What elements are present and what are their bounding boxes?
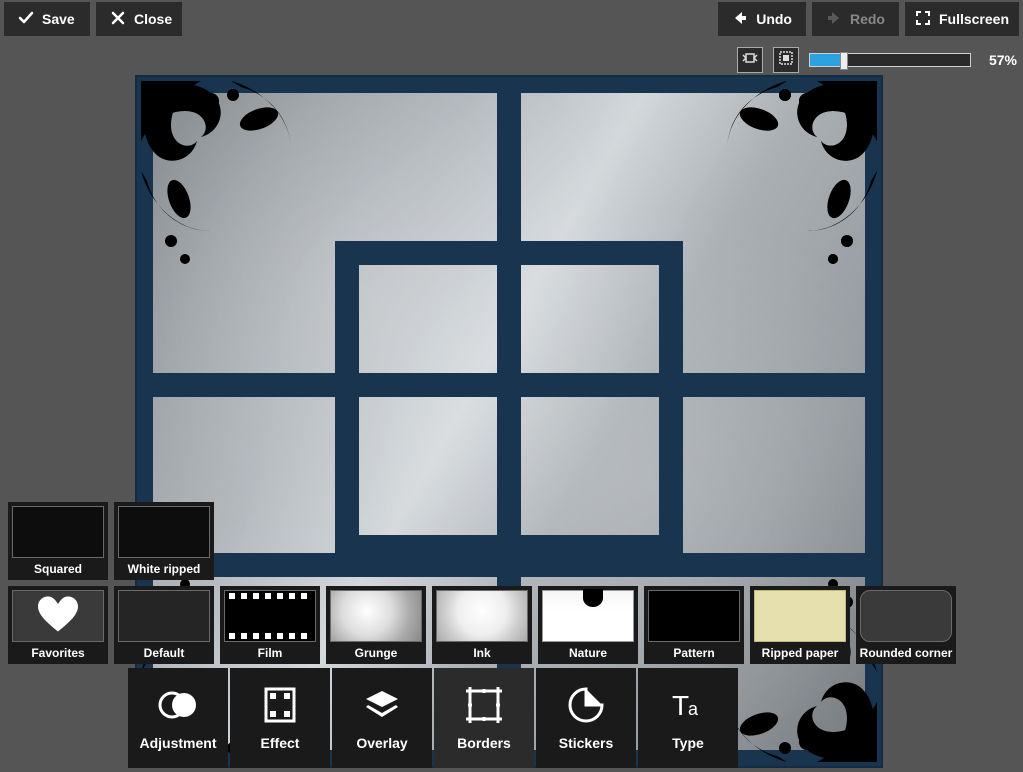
- tool-category-bar: Adjustment Effect Overlay: [128, 668, 738, 768]
- tool-adjustment[interactable]: Adjustment: [128, 668, 228, 768]
- border-tile-grunge[interactable]: Grunge: [326, 586, 426, 664]
- zoom-toolbar: 57%: [737, 44, 1017, 76]
- adjustment-icon: [158, 685, 198, 725]
- effect-icon: [260, 685, 300, 725]
- save-label: Save: [42, 11, 75, 27]
- tool-overlay[interactable]: Overlay: [332, 668, 432, 768]
- fit-screen-button[interactable]: [737, 47, 763, 73]
- app-root: Save Close Undo Redo: [0, 0, 1023, 772]
- editor-canvas[interactable]: [135, 75, 883, 768]
- stickers-icon: [566, 685, 606, 725]
- tool-label: Overlay: [356, 735, 407, 751]
- tool-label: Type: [672, 735, 704, 751]
- border-style-row-categories: Favorites Default Film Grunge Ink Nature: [8, 586, 956, 664]
- overlay-icon: [362, 685, 402, 725]
- check-icon: [18, 10, 34, 29]
- border-thumb: [12, 506, 104, 558]
- undo-label: Undo: [756, 11, 792, 27]
- fit-screen-icon: [742, 50, 758, 71]
- border-tile-label: Default: [144, 646, 185, 660]
- zoom-percent-label: 57%: [981, 52, 1017, 68]
- fullscreen-button[interactable]: Fullscreen: [905, 2, 1019, 36]
- border-style-row-recent: Squared White ripped: [8, 502, 956, 580]
- zoom-slider[interactable]: [809, 53, 971, 67]
- redo-button[interactable]: Redo: [812, 2, 899, 36]
- zoom-slider-thumb[interactable]: [840, 52, 848, 70]
- actual-size-button[interactable]: [773, 47, 799, 73]
- arrow-left-icon: [732, 10, 748, 29]
- heart-icon: [38, 596, 78, 637]
- tool-label: Effect: [261, 735, 300, 751]
- redo-label: Redo: [850, 11, 885, 27]
- tool-type[interactable]: Ta Type: [638, 668, 738, 768]
- actual-size-icon: [778, 50, 794, 71]
- border-tile-default[interactable]: Default: [114, 586, 214, 664]
- save-button[interactable]: Save: [4, 2, 90, 36]
- border-thumb: [436, 590, 528, 642]
- topbar: Save Close Undo Redo: [4, 2, 1019, 36]
- border-thumb: [648, 590, 740, 642]
- border-thumb: [542, 590, 634, 642]
- border-thumb: [754, 590, 846, 642]
- ornament-corner: [677, 81, 877, 281]
- border-thumb: [224, 590, 316, 642]
- borders-icon: [464, 685, 504, 725]
- border-tile-nature[interactable]: Nature: [538, 586, 638, 664]
- border-tile-film[interactable]: Film: [220, 586, 320, 664]
- close-label: Close: [134, 11, 172, 27]
- border-tile-squared[interactable]: Squared: [8, 502, 108, 580]
- ornament-corner: [141, 81, 341, 281]
- border-thumb: [118, 506, 210, 558]
- close-button[interactable]: Close: [96, 2, 182, 36]
- type-icon: Ta: [668, 685, 708, 725]
- border-style-panel: Squared White ripped Favorites Default: [8, 502, 956, 664]
- border-thumb: [330, 590, 422, 642]
- border-tile-label: Favorites: [31, 646, 84, 660]
- border-tile-label: Nature: [569, 646, 607, 660]
- border-tile-favorites[interactable]: Favorites: [8, 586, 108, 664]
- close-icon: [110, 10, 126, 29]
- undo-button[interactable]: Undo: [718, 2, 806, 36]
- border-thumb: [860, 590, 952, 642]
- tool-label: Adjustment: [140, 735, 217, 751]
- svg-text:a: a: [688, 699, 699, 719]
- tool-label: Stickers: [559, 735, 613, 751]
- border-tile-label: Ink: [473, 646, 490, 660]
- tool-borders[interactable]: Borders: [434, 668, 534, 768]
- fullscreen-icon: [915, 10, 931, 29]
- tool-effect[interactable]: Effect: [230, 668, 330, 768]
- border-tile-ripped-paper[interactable]: Ripped paper: [750, 586, 850, 664]
- border-tile-label: Ripped paper: [762, 646, 839, 660]
- border-thumb: [118, 590, 210, 642]
- border-tile-label: Film: [258, 646, 283, 660]
- border-tile-label: Pattern: [673, 646, 714, 660]
- border-tile-pattern[interactable]: Pattern: [644, 586, 744, 664]
- border-tile-label: Squared: [34, 562, 82, 576]
- border-tile-label: Grunge: [355, 646, 398, 660]
- fullscreen-label: Fullscreen: [939, 11, 1009, 27]
- border-tile-label: White ripped: [128, 562, 201, 576]
- border-tile-label: Rounded corner: [860, 646, 953, 660]
- border-tile-rounded-corner[interactable]: Rounded corner: [856, 586, 956, 664]
- tool-label: Borders: [457, 735, 511, 751]
- border-thumb: [12, 590, 104, 642]
- arrow-right-icon: [826, 10, 842, 29]
- topbar-spacer: [188, 2, 712, 36]
- tool-stickers[interactable]: Stickers: [536, 668, 636, 768]
- border-tile-white-ripped[interactable]: White ripped: [114, 502, 214, 580]
- svg-text:T: T: [672, 690, 689, 721]
- border-tile-ink[interactable]: Ink: [432, 586, 532, 664]
